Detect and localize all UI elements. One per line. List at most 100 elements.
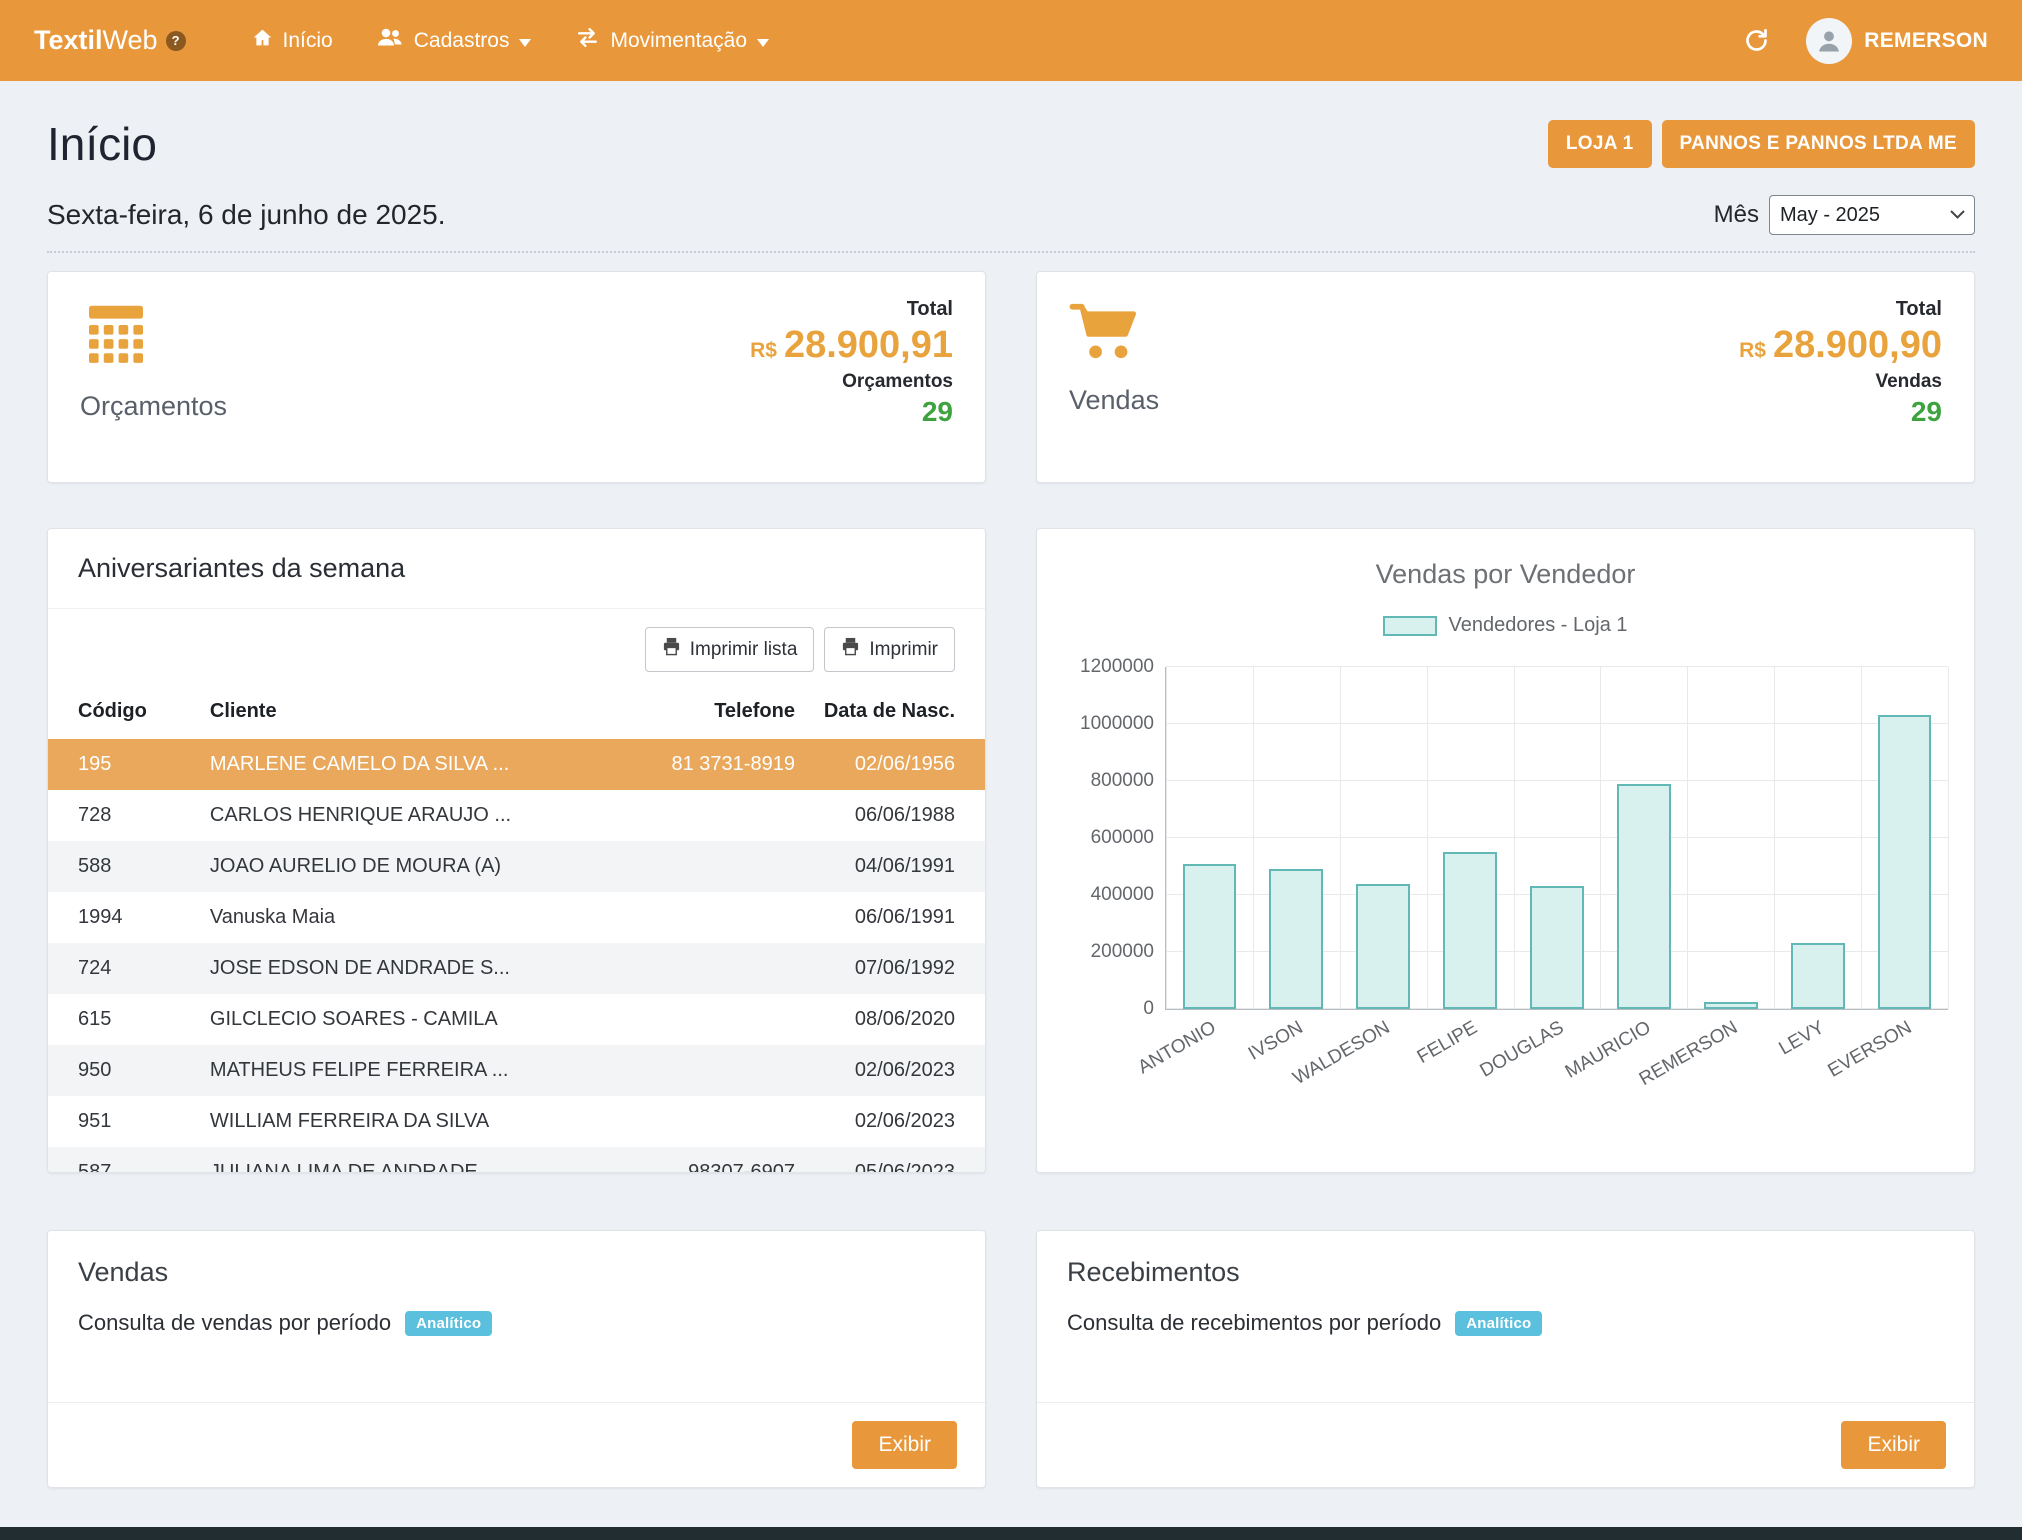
recebimentos-report-card: Recebimentos Consulta de recebimentos po… (1036, 1230, 1975, 1488)
cell-telefone: 81 3731-8919 (610, 739, 807, 790)
report-description: Consulta de vendas por período (78, 1310, 391, 1336)
month-select[interactable]: May - 2025 (1769, 195, 1975, 235)
cell-cliente: JULIANA LIMA DE ANDRADE (198, 1147, 610, 1173)
cell-nasc: 08/06/2020 (807, 994, 985, 1045)
cell-codigo: 950 (48, 1045, 198, 1096)
footer-bar (0, 1527, 2022, 1540)
count-label: Orçamentos (750, 371, 953, 393)
brand[interactable]: TextilWeb ? (34, 25, 186, 56)
cell-telefone (610, 943, 807, 994)
exchange-icon (575, 27, 600, 54)
table-row[interactable]: 724JOSE EDSON DE ANDRADE S...07/06/1992 (48, 943, 985, 994)
v-gridline (1166, 667, 1167, 1009)
chart-title: Vendas por Vendedor (1037, 559, 1974, 590)
page-title: Início (47, 117, 157, 171)
bar-ivson[interactable] (1269, 869, 1323, 1009)
bar-everson[interactable] (1878, 715, 1932, 1009)
user-menu[interactable]: REMERSON (1806, 18, 1988, 64)
table-row[interactable]: 588JOAO AURELIO DE MOURA (A)04/06/1991 (48, 841, 985, 892)
bar-waldeson[interactable] (1356, 884, 1410, 1009)
print-list-button[interactable]: Imprimir lista (645, 627, 815, 672)
bar-felipe[interactable] (1443, 852, 1497, 1009)
birthdays-table-body: 195MARLENE CAMELO DA SILVA ...81 3731-89… (48, 739, 985, 1173)
table-row[interactable]: 728CARLOS HENRIQUE ARAUJO ...06/06/1988 (48, 790, 985, 841)
table-row[interactable]: 1994Vanuska Maia06/06/1991 (48, 892, 985, 943)
cell-cliente: CARLOS HENRIQUE ARAUJO ... (198, 790, 610, 841)
cell-codigo: 615 (48, 994, 198, 1045)
col-codigo: Código (48, 686, 198, 739)
x-tick-label: DOUGLAS (1477, 1017, 1568, 1083)
report-title: Vendas (48, 1231, 985, 1288)
exibir-recebimentos-button[interactable]: Exibir (1841, 1421, 1946, 1469)
v-gridline (1861, 667, 1862, 1009)
v-gridline (1687, 667, 1688, 1009)
v-gridline (1514, 667, 1515, 1009)
table-row[interactable]: 615GILCLECIO SOARES - CAMILA08/06/2020 (48, 994, 985, 1045)
h-gridline (1166, 723, 1948, 724)
print-button[interactable]: Imprimir (824, 627, 955, 672)
sales-chart-card: Vendas por Vendedor Vendedores - Loja 1 … (1036, 528, 1975, 1173)
cell-cliente: MARLENE CAMELO DA SILVA ... (198, 739, 610, 790)
table-row[interactable]: 950MATHEUS FELIPE FERREIRA ...02/06/2023 (48, 1045, 985, 1096)
x-tick-label: IVSON (1245, 1017, 1307, 1066)
navbar-right: REMERSON (1737, 18, 1988, 64)
cell-codigo: 195 (48, 739, 198, 790)
nav-item-movimentacao[interactable]: Movimentação (553, 0, 791, 81)
cell-nasc: 04/06/1991 (807, 841, 985, 892)
cell-cliente: Vanuska Maia (198, 892, 610, 943)
printer-icon (841, 637, 860, 662)
exibir-vendas-button[interactable]: Exibir (852, 1421, 957, 1469)
vendas-summary-card: Vendas Total R$28.900,90 Vendas 29 (1036, 271, 1975, 483)
chart-legend[interactable]: Vendedores - Loja 1 (1037, 614, 1974, 637)
bar-levy[interactable] (1791, 943, 1845, 1009)
total-amount: R$28.900,90 (1739, 326, 1942, 366)
legend-label: Vendedores - Loja 1 (1448, 614, 1627, 637)
birthdays-title: Aniversariantes da semana (48, 529, 985, 609)
cell-codigo: 1994 (48, 892, 198, 943)
cell-telefone (610, 841, 807, 892)
bar-mauricio[interactable] (1617, 784, 1671, 1009)
chevron-down-icon (757, 29, 769, 53)
card-label: Vendas (1069, 385, 1159, 416)
cell-cliente: JOSE EDSON DE ANDRADE S... (198, 943, 610, 994)
company-button[interactable]: PANNOS E PANNOS LTDA ME (1662, 120, 1975, 168)
store-button[interactable]: LOJA 1 (1548, 120, 1652, 168)
main-content: Início LOJA 1 PANNOS E PANNOS LTDA ME Se… (0, 117, 2022, 1488)
status-badge: Analítico (1455, 1311, 1542, 1336)
bar-antonio[interactable] (1183, 864, 1237, 1009)
y-tick-label: 800000 (1091, 770, 1154, 792)
x-tick-label: REMERSON (1636, 1017, 1742, 1091)
v-gridline (1340, 667, 1341, 1009)
y-tick-label: 1200000 (1080, 656, 1154, 678)
nav-item-cadastros[interactable]: Cadastros (355, 0, 554, 81)
y-tick-label: 200000 (1091, 941, 1154, 963)
month-label: Mês (1714, 201, 1759, 229)
y-tick-label: 600000 (1091, 827, 1154, 849)
users-icon (377, 27, 404, 54)
chart-plot: 020000040000060000080000010000001200000 … (1165, 667, 1948, 1010)
cell-codigo: 951 (48, 1096, 198, 1147)
birthdays-table: Código Cliente Telefone Data de Nasc. 19… (48, 686, 985, 1173)
col-telefone: Telefone (610, 686, 807, 739)
x-tick-label: EVERSON (1824, 1017, 1915, 1083)
h-gridline (1166, 837, 1948, 838)
report-title: Recebimentos (1037, 1231, 1974, 1288)
help-icon[interactable]: ? (166, 31, 186, 51)
total-label: Total (750, 298, 953, 321)
cell-nasc: 05/06/2023 (807, 1147, 985, 1173)
refresh-icon[interactable] (1737, 21, 1776, 60)
table-row[interactable]: 587JULIANA LIMA DE ANDRADE98307-690705/0… (48, 1147, 985, 1173)
cell-nasc: 02/06/2023 (807, 1096, 985, 1147)
cell-cliente: MATHEUS FELIPE FERREIRA ... (198, 1045, 610, 1096)
nav-item-inicio[interactable]: Início (230, 0, 355, 81)
table-row[interactable]: 951WILLIAM FERREIRA DA SILVA02/06/2023 (48, 1096, 985, 1147)
cell-nasc: 02/06/1956 (807, 739, 985, 790)
chevron-down-icon (519, 29, 531, 53)
bar-remerson[interactable] (1704, 1002, 1758, 1009)
v-gridline (1600, 667, 1601, 1009)
cell-telefone (610, 892, 807, 943)
table-row[interactable]: 195MARLENE CAMELO DA SILVA ...81 3731-89… (48, 739, 985, 790)
bar-douglas[interactable] (1530, 886, 1584, 1009)
nav-item-label: Cadastros (414, 29, 510, 53)
dashed-separator (47, 251, 1975, 253)
